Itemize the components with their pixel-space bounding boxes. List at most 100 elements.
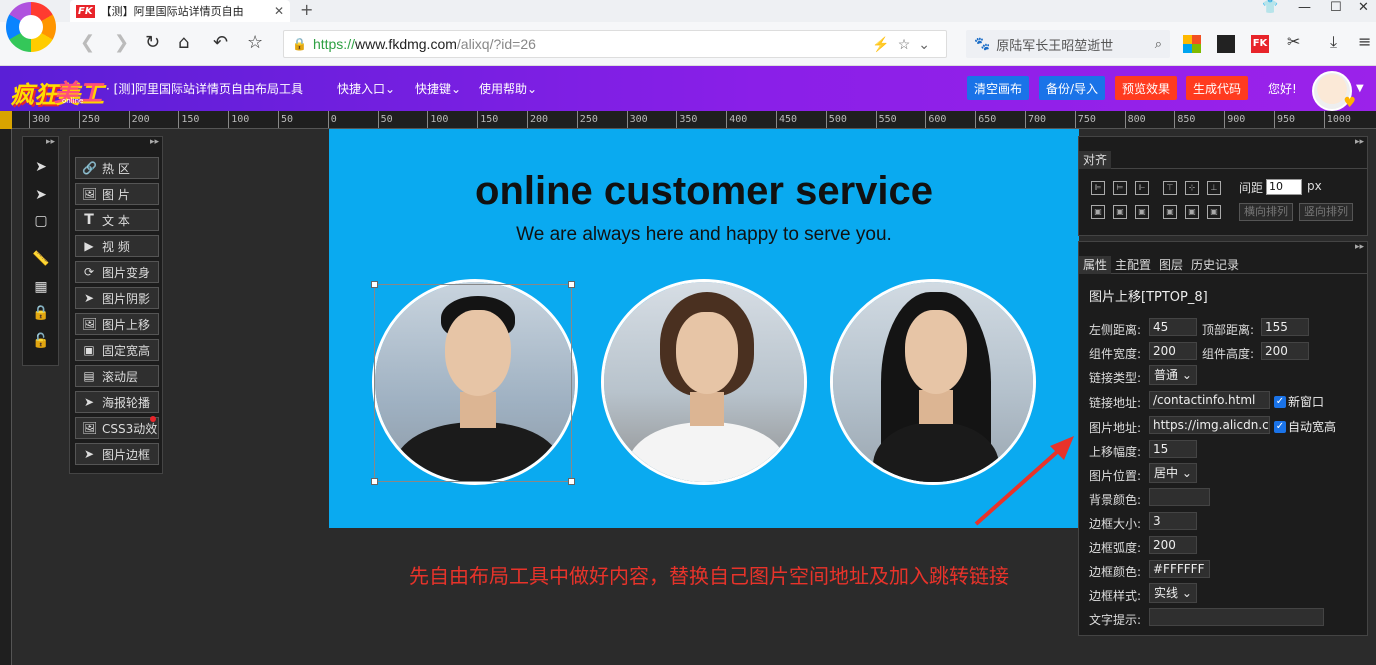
auto-size-checkbox[interactable]: ✓ 自动宽高 — [1274, 418, 1336, 435]
tab-properties[interactable]: 属性 — [1079, 256, 1112, 274]
vertical-ruler[interactable] — [0, 129, 12, 665]
reload-icon[interactable]: ↻ — [145, 32, 160, 53]
unlock-icon[interactable]: 🔓 — [31, 333, 51, 353]
horizontal-ruler[interactable]: 300 250 200 150 100 50 0 50 100 150 200 250 300 350 40… — [12, 111, 1376, 129]
grid-icon[interactable]: ▦ — [31, 279, 51, 299]
border-color-input[interactable]: #FFFFFF — [1149, 560, 1210, 578]
ruler-icon[interactable]: 📏 — [31, 251, 51, 271]
download-icon[interactable]: ⤓ — [1330, 32, 1337, 52]
link-type-select[interactable]: 普通 ⌄ — [1149, 365, 1197, 385]
widget-fixed-size[interactable]: ▣ 固定宽高 — [75, 339, 159, 361]
top-input[interactable]: 155 — [1261, 318, 1309, 336]
widget-image-lift[interactable]: 🖼 图片上移 — [75, 313, 159, 335]
arrange-vertical-button[interactable]: 竖向排列 — [1299, 203, 1353, 221]
widget-scroll-layer[interactable]: ▤ 滚动层 — [75, 365, 159, 387]
selection-box[interactable] — [371, 281, 575, 485]
align-center-icon[interactable]: ⊨ — [1113, 181, 1127, 195]
pointer-icon[interactable]: ➤ — [31, 159, 51, 179]
spacing-input[interactable]: 10 — [1266, 179, 1302, 195]
widget-image[interactable]: 🖼 图 片 — [75, 183, 159, 205]
height-input[interactable]: 200 — [1261, 342, 1309, 360]
fk-extension-icon[interactable]: FK — [1251, 35, 1269, 53]
preview-button[interactable]: 预览效果 — [1115, 76, 1177, 100]
tab-history[interactable]: 历史记录 — [1187, 256, 1243, 274]
menu-icon[interactable]: ≡ — [1358, 32, 1371, 51]
barcode-icon[interactable] — [1217, 35, 1235, 53]
clear-canvas-button[interactable]: 清空画布 — [967, 76, 1029, 100]
url-input[interactable]: 🔒 https://www.fkdmg.com/alixq/?id=26 ⚡☆⌄ — [283, 30, 947, 58]
border-size-input[interactable]: 3 — [1149, 512, 1197, 530]
resize-handle[interactable] — [371, 281, 378, 288]
search-input[interactable]: 🐾 原陆军长王昭堃逝世 ⌕ — [966, 30, 1170, 58]
url-action-icons[interactable]: ⚡☆⌄ — [872, 36, 938, 53]
border-radius-input[interactable]: 200 — [1149, 536, 1197, 554]
search-icon[interactable]: ⌕ — [1155, 37, 1162, 52]
browser-tab[interactable]: FK 【测】阿里国际站详情页自由 ✕ — [70, 0, 290, 22]
tab-main-config[interactable]: 主配置 — [1111, 256, 1155, 274]
scissors-icon[interactable]: ✂ — [1287, 32, 1300, 51]
image-position-select[interactable]: 居中 ⌄ — [1149, 463, 1197, 483]
collapse-icon[interactable]: ▸▸ — [46, 137, 55, 147]
canvas-subhead[interactable]: We are always here and happy to serve yo… — [329, 224, 1079, 246]
link-url-input[interactable]: /contactinfo.html — [1149, 391, 1270, 409]
window-close-icon[interactable]: ✕ — [1358, 0, 1369, 15]
direct-select-icon[interactable]: ➤ — [31, 187, 51, 207]
widget-video[interactable]: ▶ 视 频 — [75, 235, 159, 257]
tab-layers[interactable]: 图层 — [1155, 256, 1187, 274]
maximize-icon[interactable]: ☐ — [1330, 0, 1342, 15]
forward-icon[interactable]: ❯ — [114, 32, 129, 53]
close-icon[interactable]: ✕ — [274, 4, 284, 18]
undo-icon[interactable]: ↶ — [213, 32, 228, 53]
menu-shortcuts[interactable]: 快捷键⌄ — [415, 80, 461, 97]
distribute-left-icon[interactable]: ▣ — [1091, 205, 1105, 219]
border-style-select[interactable]: 实线 ⌄ — [1149, 583, 1197, 603]
widget-css3-animation[interactable]: 🖼 CSS3动效 — [75, 416, 159, 439]
tab-align[interactable]: 对齐 — [1079, 151, 1112, 169]
arrange-horizontal-button[interactable]: 横向排列 — [1239, 203, 1293, 221]
distribute-bottom-icon[interactable]: ▣ — [1207, 205, 1221, 219]
align-right-icon[interactable]: ⊩ — [1135, 181, 1149, 195]
apps-icon[interactable] — [1183, 35, 1201, 53]
design-canvas[interactable]: online customer service We are always he… — [329, 129, 1079, 528]
collapse-icon[interactable]: ▸▸ — [1355, 242, 1364, 252]
shirt-icon[interactable]: 👕 — [1262, 0, 1278, 15]
widget-text[interactable]: T文 本 — [75, 209, 159, 231]
menu-help[interactable]: 使用帮助⌄ — [479, 80, 537, 97]
minimize-icon[interactable]: — — [1298, 0, 1311, 15]
left-input[interactable]: 45 — [1149, 318, 1197, 336]
image-url-input[interactable]: https://img.alicdn.com — [1149, 416, 1270, 434]
widget-carousel[interactable]: ➤ 海报轮播 — [75, 391, 159, 413]
ruler-corner[interactable] — [0, 111, 12, 129]
collapse-icon[interactable]: ▸▸ — [1355, 137, 1364, 147]
avatar[interactable] — [1312, 71, 1356, 111]
distribute-center-icon[interactable]: ▣ — [1113, 205, 1127, 219]
align-top-icon[interactable]: ⊤ — [1163, 181, 1177, 195]
new-window-checkbox[interactable]: ✓ 新窗口 — [1274, 393, 1324, 410]
new-tab-icon[interactable]: + — [300, 0, 313, 19]
frame-icon[interactable]: ▢ — [31, 213, 51, 233]
menu-quick-entry[interactable]: 快捷入口⌄ — [337, 80, 395, 97]
app-logo[interactable]: 疯狂 美工 online — [10, 71, 102, 109]
backup-import-button[interactable]: 备份/导入 — [1039, 76, 1105, 100]
lock-icon[interactable]: 🔒 — [31, 305, 51, 325]
width-input[interactable]: 200 — [1149, 342, 1197, 360]
chevron-down-icon[interactable]: ▼ — [1356, 83, 1364, 94]
distribute-middle-icon[interactable]: ▣ — [1185, 205, 1199, 219]
widget-hotspot[interactable]: 🔗 热 区 — [75, 157, 159, 179]
lift-input[interactable]: 15 — [1149, 440, 1197, 458]
widget-image-border[interactable]: ➤ 图片边框 — [75, 443, 159, 465]
resize-handle[interactable] — [568, 478, 575, 485]
tooltip-input[interactable] — [1149, 608, 1324, 626]
widget-image-shadow[interactable]: ➤ 图片阴影 — [75, 287, 159, 309]
bookmark-star-icon[interactable]: ☆ — [247, 32, 263, 53]
home-icon[interactable]: ⌂ — [178, 32, 189, 53]
generate-code-button[interactable]: 生成代码 — [1186, 76, 1248, 100]
bg-color-input[interactable] — [1149, 488, 1210, 506]
align-bottom-icon[interactable]: ⊥ — [1207, 181, 1221, 195]
align-left-icon[interactable]: ⊫ — [1091, 181, 1105, 195]
resize-handle[interactable] — [371, 478, 378, 485]
distribute-right-icon[interactable]: ▣ — [1135, 205, 1149, 219]
widget-image-transform[interactable]: ⟳ 图片变身 — [75, 261, 159, 283]
canvas-headline[interactable]: online customer service — [329, 169, 1079, 214]
resize-handle[interactable] — [568, 281, 575, 288]
